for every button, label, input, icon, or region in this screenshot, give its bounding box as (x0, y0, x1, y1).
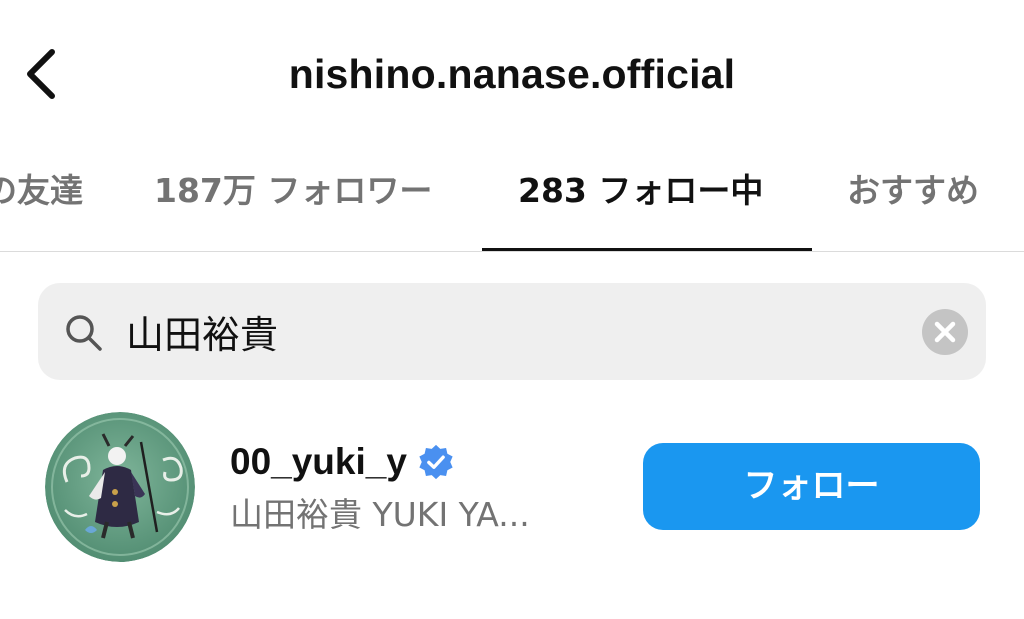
username-line[interactable]: 00_yuki_y (230, 438, 455, 486)
search-bar (38, 283, 986, 380)
full-name: 山田裕貴 YUKI YA... (230, 495, 530, 534)
search-icon (66, 315, 102, 351)
avatar-image (45, 412, 195, 562)
list-item[interactable]: 00_yuki_y 山田裕貴 YUKI YA... フォロー (0, 400, 1024, 575)
clear-search-button[interactable] (922, 309, 968, 355)
clear-icon (934, 321, 956, 343)
tab-bar: の友達 187万 フォロワー 283 フォロー中 おすすめ (0, 145, 1024, 252)
avatar[interactable] (45, 412, 195, 562)
search-input[interactable] (126, 301, 906, 361)
tab-friends[interactable]: の友達 (0, 169, 83, 213)
tab-suggested[interactable]: おすすめ (847, 169, 979, 213)
header: nishino.nanase.official (0, 0, 1024, 145)
tab-followers[interactable]: 187万 フォロワー (154, 169, 432, 213)
page-title: nishino.nanase.official (288, 51, 736, 97)
active-tab-indicator (482, 248, 812, 251)
verified-badge-icon (419, 444, 453, 480)
follow-button[interactable]: フォロー (643, 443, 980, 530)
username: 00_yuki_y (230, 441, 407, 482)
tab-following[interactable]: 283 フォロー中 (518, 169, 763, 213)
